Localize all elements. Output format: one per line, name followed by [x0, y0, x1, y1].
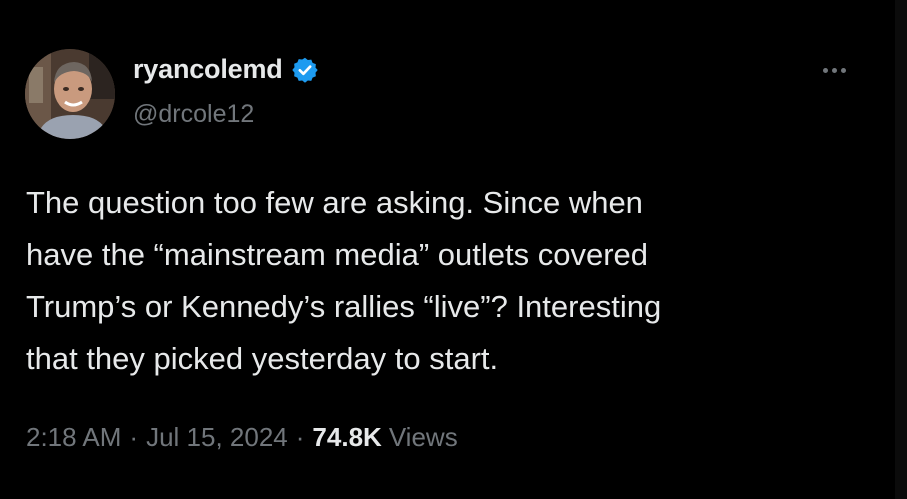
- more-horizontal-icon: [822, 67, 828, 73]
- verified-badge-icon[interactable]: [291, 56, 319, 84]
- window-edge: [895, 0, 907, 499]
- more-horizontal-icon: [831, 67, 837, 73]
- more-options-button[interactable]: [812, 58, 856, 82]
- author-handle[interactable]: @drcole12: [133, 100, 254, 129]
- tweet-date[interactable]: Jul 15, 2024: [146, 422, 288, 453]
- author-name-row: ryancolemd: [133, 54, 319, 85]
- tweet-meta: 2:18 AM · Jul 15, 2024 · 74.8K Views: [26, 422, 458, 453]
- more-horizontal-icon: [840, 67, 846, 73]
- author-display-name[interactable]: ryancolemd: [133, 54, 283, 85]
- meta-separator: ·: [295, 422, 305, 452]
- views-count[interactable]: 74.8K: [312, 422, 381, 453]
- avatar[interactable]: [25, 49, 115, 139]
- tweet-time[interactable]: 2:18 AM: [26, 422, 121, 453]
- views-label: Views: [388, 422, 458, 452]
- tweet-card: ryancolemd @drcole12 The question too fe…: [0, 0, 907, 499]
- tweet-text: The question too few are asking. Since w…: [26, 185, 662, 376]
- avatar-photo: [25, 49, 115, 139]
- meta-separator: ·: [129, 422, 139, 452]
